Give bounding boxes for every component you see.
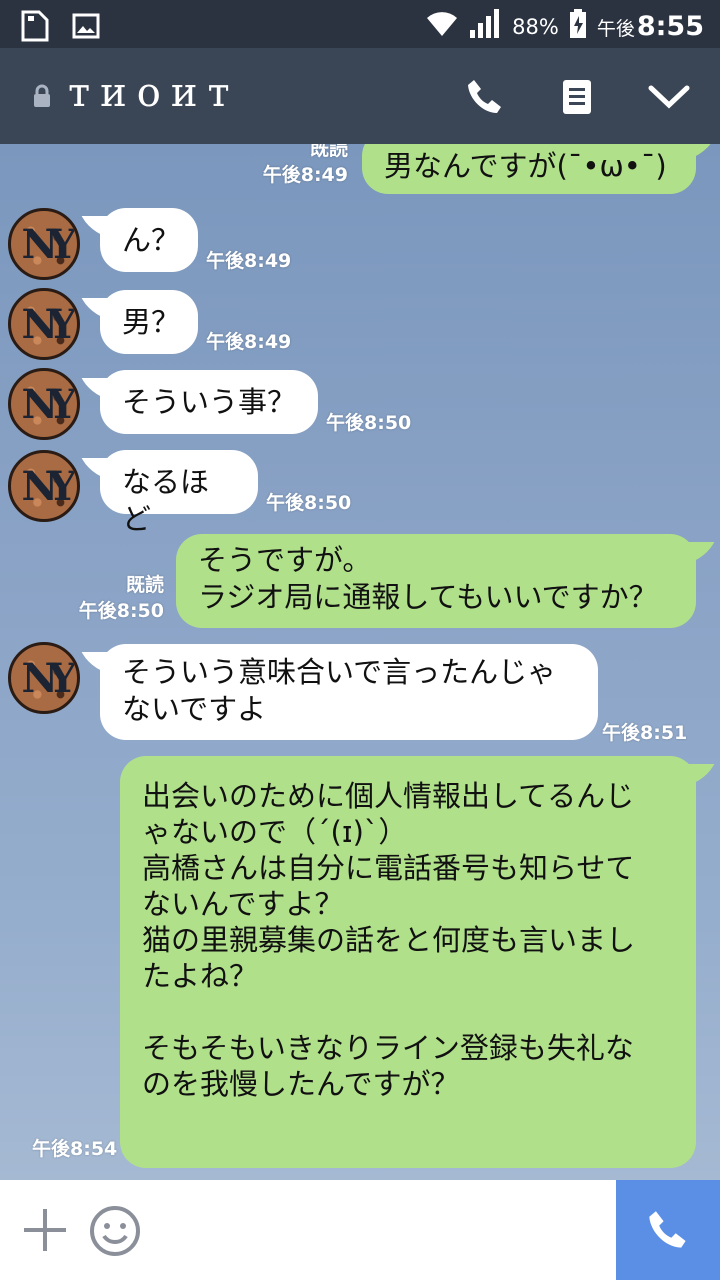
voice-call-button[interactable] (616, 1180, 720, 1280)
menu-dropdown-button[interactable] (646, 74, 692, 120)
message-bubble-in[interactable]: ん？ (100, 208, 198, 272)
message-time: 午後8:50 (326, 412, 412, 434)
gallery-icon (72, 13, 100, 43)
status-bar: 88% 午後8:55 (0, 0, 720, 48)
avatar[interactable]: NY (8, 288, 80, 360)
battery-icon (569, 9, 587, 44)
message-time: 午後8:50 (78, 600, 164, 622)
lock-icon (32, 84, 52, 112)
message-time: 午後8:54 (32, 1138, 118, 1160)
read-receipt: 既読 (125, 574, 164, 596)
avatar[interactable]: NY (8, 368, 80, 440)
message-time: 午後8:49 (262, 164, 348, 186)
message-bubble-out[interactable]: 男なんですが(¯•ω•¯) (362, 144, 696, 194)
read-receipt: 既読 (309, 144, 348, 160)
note-icon (563, 80, 591, 114)
input-bar (0, 1180, 720, 1280)
chat-title: тиоит (68, 70, 240, 116)
message-time: 午後8:49 (206, 250, 292, 272)
message-bubble-out[interactable]: そうですが。 ラジオ局に通報してもいいですか？ (176, 534, 696, 628)
smiley-icon (90, 1206, 140, 1256)
add-button[interactable] (20, 1205, 70, 1259)
message-time: 午後8:49 (206, 331, 292, 353)
notes-button[interactable] (554, 74, 600, 120)
clock: 午後8:55 (596, 11, 704, 42)
phone-icon (468, 80, 501, 113)
sim-card-icon (20, 10, 50, 46)
chevron-down-icon (648, 85, 690, 109)
chat-header: тиоит (0, 48, 720, 144)
chat-area[interactable]: 既読 午後8:49 男なんですが(¯•ω•¯) NY ん？ 午後8:49 NY … (0, 144, 720, 1180)
call-button[interactable] (462, 74, 508, 120)
wifi-icon (426, 10, 458, 43)
plus-icon (24, 1209, 66, 1251)
message-bubble-in[interactable]: そういう意味合いで言ったんじゃ ないですよ (100, 644, 598, 740)
message-bubble-out[interactable]: 出会いのために個人情報出してるんじ ゃないので（´(ɪ)`） 高橋さんは自分に電… (120, 756, 696, 1168)
avatar[interactable]: NY (8, 208, 80, 280)
message-bubble-in[interactable]: 男？ (100, 290, 198, 354)
sticker-button[interactable] (88, 1204, 142, 1262)
message-bubble-in[interactable]: なるほど (100, 450, 258, 536)
message-time: 午後8:51 (602, 722, 688, 744)
avatar[interactable]: NY (8, 642, 80, 714)
message-time: 午後8:50 (266, 492, 352, 514)
phone-icon (649, 1211, 686, 1248)
avatar[interactable]: NY (8, 450, 80, 522)
message-bubble-in[interactable]: そういう事？ (100, 370, 318, 434)
battery-percent: 88% (512, 14, 559, 39)
signal-icon (468, 8, 502, 45)
